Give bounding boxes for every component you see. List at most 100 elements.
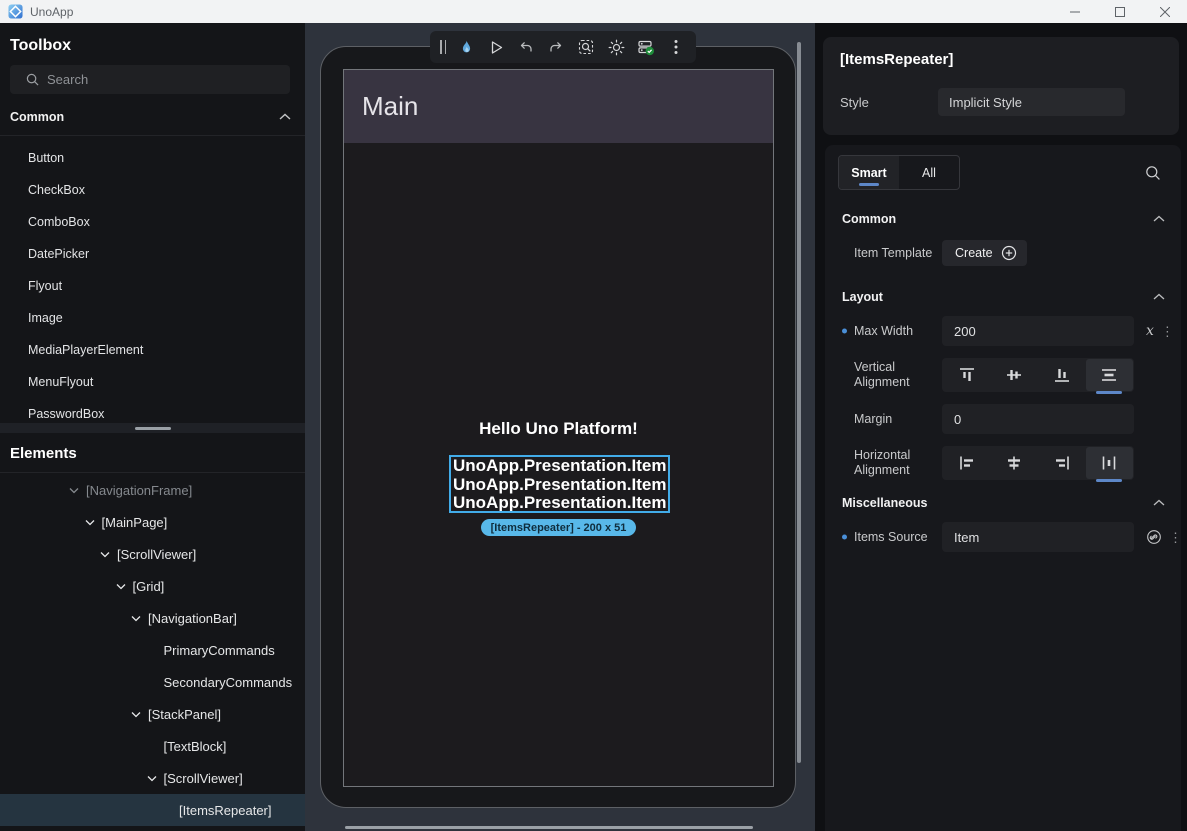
tree-node-label: [NavigationBar]: [148, 611, 237, 626]
chevron-up-icon[interactable]: [1153, 215, 1165, 223]
play-button[interactable]: [482, 33, 510, 61]
repeater-item[interactable]: UnoApp.Presentation.Item: [451, 494, 668, 513]
design-canvas[interactable]: Main Hello Uno Platform! UnoApp.Presenta…: [305, 23, 815, 831]
undo-button[interactable]: [512, 33, 540, 61]
toolbox-item[interactable]: MediaPlayerElement: [0, 334, 305, 366]
tree-node-label: [TextBlock]: [164, 739, 227, 754]
chevron-down-icon[interactable]: [113, 578, 129, 594]
tree-row[interactable]: [NavigationBar]: [0, 602, 305, 634]
chevron-down-icon[interactable]: [82, 514, 98, 530]
chevron-up-icon[interactable]: [279, 113, 291, 121]
toolbox-item[interactable]: CheckBox: [0, 174, 305, 206]
binding-icon[interactable]: [1146, 529, 1162, 545]
toolbox-item[interactable]: DatePicker: [0, 238, 305, 270]
align-center-vertical-button[interactable]: [991, 359, 1039, 391]
toolbox-item[interactable]: Image: [0, 302, 305, 334]
vertical-alignment-group: [942, 358, 1134, 392]
align-top-button[interactable]: [943, 359, 991, 391]
items-source-label: Items Source: [838, 530, 942, 545]
tree-row[interactable]: [ItemsRepeater]: [0, 794, 305, 826]
chevron-down-icon[interactable]: [144, 770, 160, 786]
property-search-button[interactable]: [1145, 165, 1161, 181]
align-center-horizontal-button[interactable]: [991, 447, 1039, 479]
tree-row[interactable]: [StackPanel]: [0, 698, 305, 730]
chevron-down-icon[interactable]: [128, 610, 144, 626]
chevron-up-icon[interactable]: [1153, 499, 1165, 507]
maximize-button[interactable]: [1097, 0, 1142, 23]
margin-input[interactable]: [942, 404, 1134, 434]
active-tab-indicator: [859, 183, 879, 187]
property-set-dot: [842, 535, 847, 540]
max-width-input[interactable]: [942, 316, 1134, 346]
section-miscellaneous[interactable]: Miscellaneous: [842, 496, 1165, 510]
chevron-down-icon[interactable]: [128, 706, 144, 722]
tree-row[interactable]: [ScrollViewer]: [0, 762, 305, 794]
tree-row[interactable]: [NavigationFrame]: [0, 474, 305, 506]
tab-smart[interactable]: Smart: [839, 156, 899, 189]
hello-textblock[interactable]: Hello Uno Platform!: [344, 419, 773, 439]
tree-row[interactable]: [ScrollViewer]: [0, 538, 305, 570]
section-layout[interactable]: Layout: [842, 290, 1165, 304]
tree-row[interactable]: [MainPage]: [0, 506, 305, 538]
theme-toggle-button[interactable]: [602, 33, 630, 61]
selected-items-repeater[interactable]: UnoApp.Presentation.ItemUnoApp.Presentat…: [449, 455, 670, 513]
drag-handle-icon[interactable]: [436, 33, 450, 61]
kebab-menu-icon[interactable]: ⋮: [1169, 531, 1182, 544]
toolbox-item[interactable]: PasswordBox: [0, 398, 305, 423]
app-screen[interactable]: Main Hello Uno Platform! UnoApp.Presenta…: [343, 69, 774, 787]
elements-title: Elements: [0, 433, 305, 472]
toolbox-search[interactable]: [10, 65, 290, 94]
toolbox-section-common[interactable]: Common: [0, 98, 305, 136]
toolbox-item[interactable]: MenuFlyout: [0, 366, 305, 398]
align-stretch-horizontal-button[interactable]: [1086, 447, 1134, 479]
window-title: UnoApp: [30, 5, 73, 19]
navigation-bar[interactable]: Main: [344, 70, 773, 143]
close-button[interactable]: [1142, 0, 1187, 23]
toolbox-panel: Toolbox Common ButtonCheckBoxComboBoxDat…: [0, 23, 305, 423]
titlebar: UnoApp: [0, 0, 1187, 23]
tree-node-label: [MainPage]: [102, 515, 168, 530]
canvas-vertical-scrollbar[interactable]: [797, 42, 801, 763]
hot-reload-flame-icon[interactable]: [452, 33, 480, 61]
toolbox-item[interactable]: Flyout: [0, 270, 305, 302]
style-input[interactable]: [938, 88, 1125, 116]
align-left-button[interactable]: [943, 447, 991, 479]
connection-status-button[interactable]: [632, 33, 660, 61]
toolbox-item[interactable]: Button: [0, 142, 305, 174]
tree-node-label: [ItemsRepeater]: [179, 803, 272, 818]
repeater-item[interactable]: UnoApp.Presentation.Item: [451, 476, 668, 495]
chevron-down-icon[interactable]: [66, 482, 82, 498]
tab-all[interactable]: All: [899, 156, 959, 189]
chevron-down-icon[interactable]: [97, 546, 113, 562]
tree-row[interactable]: [Grid]: [0, 570, 305, 602]
minimize-button[interactable]: [1052, 0, 1097, 23]
align-stretch-vertical-button[interactable]: [1086, 359, 1134, 391]
vertical-alignment-label: Vertical Alignment: [838, 360, 942, 390]
align-right-button[interactable]: [1038, 447, 1086, 479]
create-template-button[interactable]: Create: [942, 240, 1027, 266]
inspect-element-button[interactable]: [572, 33, 600, 61]
canvas-horizontal-scrollbar[interactable]: [345, 826, 753, 829]
section-common[interactable]: Common: [842, 212, 1165, 226]
panel-splitter[interactable]: [0, 423, 305, 433]
tree-node-label: PrimaryCommands: [164, 643, 275, 658]
tree-node-label: [NavigationFrame]: [86, 483, 192, 498]
tree-row[interactable]: PrimaryCommands: [0, 634, 305, 666]
tree-row[interactable]: [TextBlock]: [0, 730, 305, 762]
kebab-menu-icon[interactable]: ⋮: [1161, 325, 1174, 338]
more-menu-button[interactable]: [662, 33, 690, 61]
expression-icon[interactable]: x: [1146, 323, 1154, 339]
toolbox-item[interactable]: ComboBox: [0, 206, 305, 238]
items-source-input[interactable]: [942, 522, 1134, 552]
search-input[interactable]: [47, 72, 280, 87]
item-template-label: Item Template: [838, 246, 942, 261]
redo-button[interactable]: [542, 33, 570, 61]
search-icon: [26, 73, 39, 86]
repeater-item[interactable]: UnoApp.Presentation.Item: [451, 457, 668, 476]
elements-panel: Elements [NavigationFrame] [MainPage]: [0, 433, 305, 831]
inspector-header-card: [ItemsRepeater] Style: [823, 37, 1179, 135]
align-bottom-button[interactable]: [1038, 359, 1086, 391]
chevron-up-icon[interactable]: [1153, 293, 1165, 301]
tree-row[interactable]: SecondaryCommands: [0, 666, 305, 698]
search-icon: [1145, 165, 1161, 181]
